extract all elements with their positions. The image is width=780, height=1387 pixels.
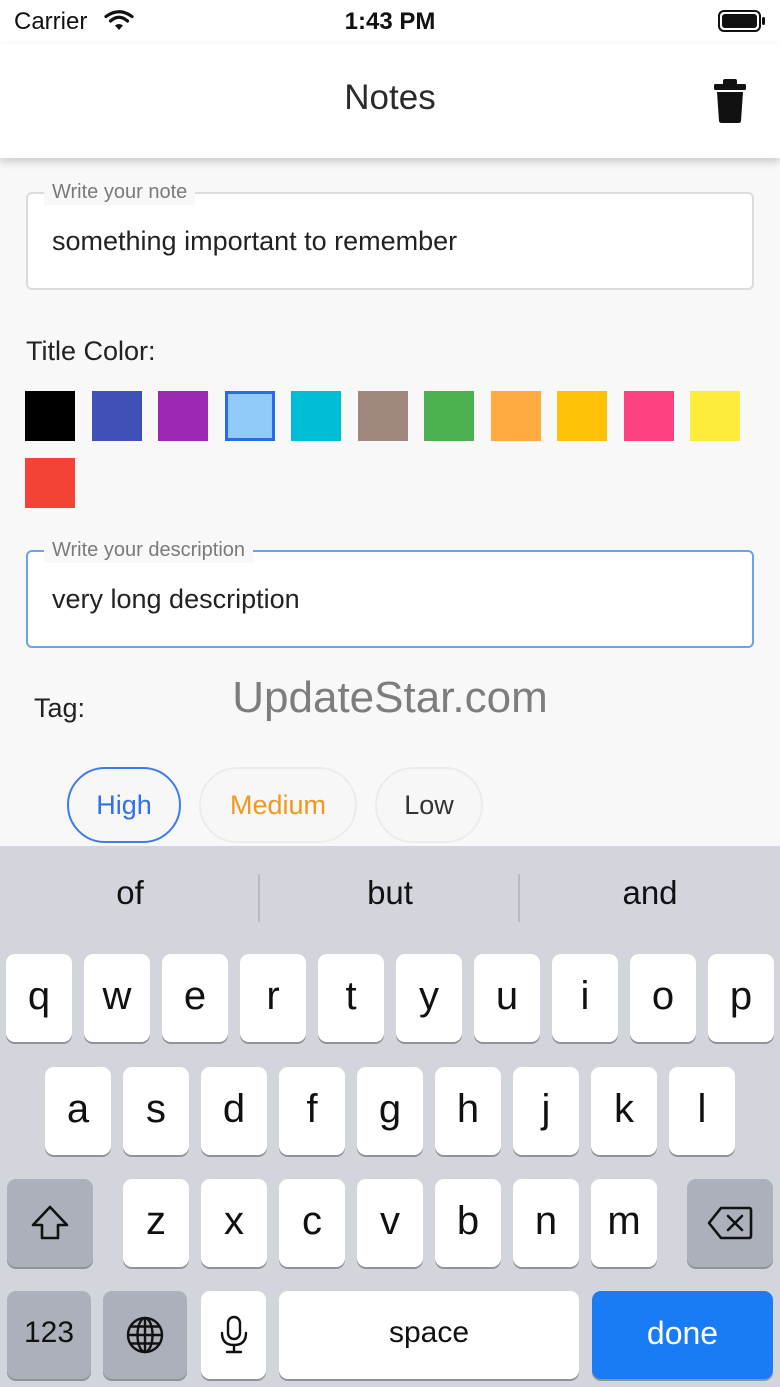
- note-form: Write your note something important to r…: [0, 158, 780, 846]
- keyboard: of but and qwertyuiop asdfghjkl zxcvbnm …: [0, 846, 780, 1387]
- key-v[interactable]: v: [357, 1179, 423, 1267]
- key-b[interactable]: b: [435, 1179, 501, 1267]
- key-t[interactable]: t: [318, 954, 384, 1042]
- color-swatch-indigo[interactable]: [91, 391, 142, 441]
- note-input-label: Write your note: [44, 179, 196, 205]
- description-input-label: Write your description: [44, 537, 254, 563]
- color-swatch-black[interactable]: [25, 391, 75, 441]
- key-j[interactable]: j: [513, 1067, 579, 1155]
- description-input[interactable]: Write your description very long descrip…: [26, 537, 754, 648]
- trash-icon[interactable]: [712, 78, 748, 124]
- key-c[interactable]: c: [279, 1179, 345, 1267]
- key-z[interactable]: z: [123, 1179, 189, 1267]
- key-d[interactable]: d: [201, 1067, 267, 1155]
- done-key[interactable]: done: [592, 1291, 773, 1379]
- suggestion-but[interactable]: but: [260, 874, 520, 912]
- color-swatch-pink[interactable]: [623, 391, 674, 441]
- note-input[interactable]: Write your note something important to r…: [26, 179, 754, 290]
- key-o[interactable]: o: [630, 954, 696, 1042]
- tag-chip-medium[interactable]: Medium: [199, 767, 357, 843]
- microphone-icon: [220, 1315, 247, 1354]
- key-i[interactable]: i: [552, 954, 618, 1042]
- key-r[interactable]: r: [240, 954, 306, 1042]
- key-s[interactable]: s: [123, 1067, 189, 1155]
- description-input-value: very long description: [52, 584, 300, 614]
- note-input-value: something important to remember: [52, 226, 458, 256]
- shift-icon: [31, 1205, 69, 1240]
- key-a[interactable]: a: [45, 1067, 111, 1155]
- color-swatch-brown[interactable]: [357, 391, 408, 441]
- key-w[interactable]: w: [84, 954, 150, 1042]
- globe-key[interactable]: [103, 1291, 187, 1379]
- dictation-key[interactable]: [201, 1291, 266, 1379]
- title-color-label: Title Color:: [26, 336, 156, 366]
- color-swatch-red[interactable]: [25, 458, 75, 508]
- key-x[interactable]: x: [201, 1179, 267, 1267]
- key-u[interactable]: u: [474, 954, 540, 1042]
- battery-icon: [718, 10, 766, 37]
- backspace-icon: [707, 1206, 753, 1240]
- watermark: UpdateStar.com: [232, 673, 548, 722]
- color-swatch-green[interactable]: [424, 391, 474, 441]
- color-swatch-yellow[interactable]: [690, 391, 740, 441]
- app-bar: Notes: [0, 44, 780, 158]
- key-h[interactable]: h: [435, 1067, 501, 1155]
- tag-chip-low[interactable]: Low: [375, 767, 483, 843]
- color-swatch-purple[interactable]: [158, 391, 208, 441]
- key-m[interactable]: m: [591, 1179, 657, 1267]
- key-e[interactable]: e: [162, 954, 228, 1042]
- suggestion-of[interactable]: of: [0, 874, 260, 912]
- globe-icon: [126, 1316, 164, 1354]
- key-n[interactable]: n: [513, 1179, 579, 1267]
- color-swatch-light-blue[interactable]: [224, 391, 275, 441]
- space-key[interactable]: space: [279, 1291, 579, 1379]
- key-f[interactable]: f: [279, 1067, 345, 1155]
- color-swatch-amber[interactable]: [557, 391, 607, 441]
- clock: 1:43 PM: [344, 8, 436, 35]
- color-swatch-light-orange[interactable]: [490, 391, 541, 441]
- page-title: Notes: [344, 78, 436, 117]
- key-y[interactable]: y: [396, 954, 462, 1042]
- suggestion-and[interactable]: and: [520, 874, 780, 912]
- tag-chip-high[interactable]: High: [67, 767, 181, 843]
- color-swatch-cyan[interactable]: [291, 391, 341, 441]
- key-k[interactable]: k: [591, 1067, 657, 1155]
- key-p[interactable]: p: [708, 954, 774, 1042]
- backspace-key[interactable]: [687, 1179, 773, 1267]
- status-bar: Carrier 1:43 PM: [0, 0, 780, 44]
- key-g[interactable]: g: [357, 1067, 423, 1155]
- key-q[interactable]: q: [6, 954, 72, 1042]
- numbers-key[interactable]: 123: [7, 1291, 91, 1379]
- shift-key[interactable]: [7, 1179, 93, 1267]
- key-l[interactable]: l: [669, 1067, 735, 1155]
